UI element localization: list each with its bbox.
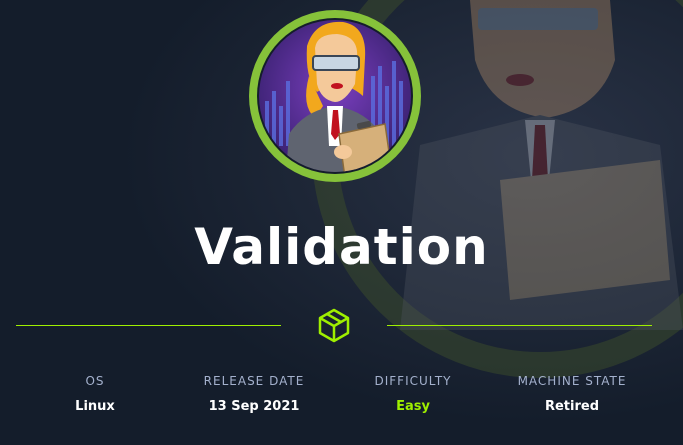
stat-machine-state-value: Retired: [544, 399, 600, 414]
machine-title: Validation: [194, 218, 489, 276]
stat-difficulty-label: DIFFICULTY: [374, 374, 452, 388]
divider-right: [387, 325, 652, 326]
stat-difficulty: DIFFICULTY Easy: [338, 374, 488, 414]
stat-os-value: Linux: [75, 399, 115, 414]
divider-left: [16, 325, 281, 326]
stat-release-date: RELEASE DATE 13 Sep 2021: [179, 374, 329, 414]
stat-os-label: OS: [85, 374, 105, 388]
stat-release-date-label: RELEASE DATE: [203, 374, 305, 388]
stat-difficulty-value: Easy: [396, 399, 430, 414]
stat-release-date-value: 13 Sep 2021: [208, 399, 300, 414]
stat-machine-state: MACHINE STATE Retired: [497, 374, 647, 414]
machine-avatar: [249, 10, 421, 182]
stat-machine-state-label: MACHINE STATE: [517, 374, 627, 388]
cube-icon: [318, 308, 350, 343]
stat-os: OS Linux: [20, 374, 170, 414]
